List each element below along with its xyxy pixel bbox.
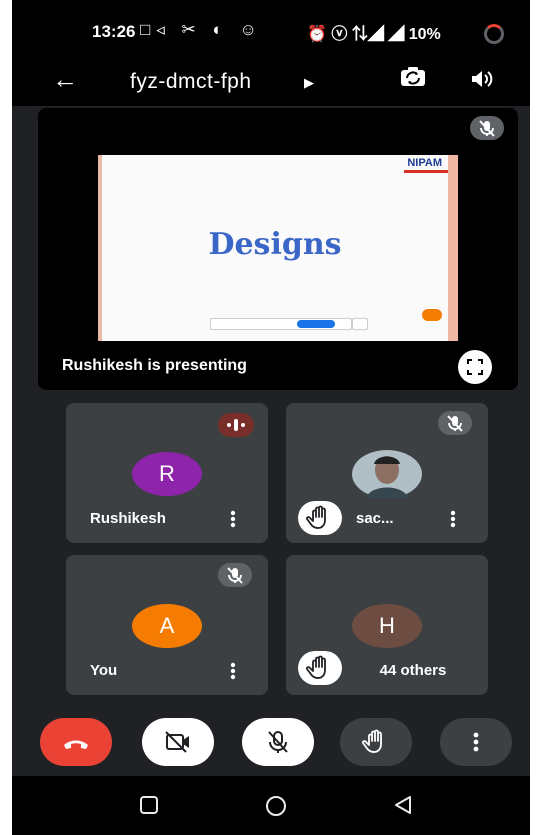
mic-off-icon bbox=[227, 567, 243, 584]
meet-screen: 13:26 □◃ ✂ ◐ ☺ ⏰ ⓥ ⇅◢ ◢ 10% ← fyz-dmct-f… bbox=[12, 0, 530, 835]
hand-icon bbox=[362, 729, 382, 753]
slide-logo-bar bbox=[404, 170, 448, 173]
speaker-icon[interactable] bbox=[470, 68, 494, 90]
hide-share-button bbox=[352, 318, 368, 330]
home-icon[interactable] bbox=[264, 794, 288, 818]
camera-switch-icon[interactable] bbox=[400, 66, 426, 88]
hang-up-icon bbox=[64, 740, 88, 749]
avatar: A bbox=[132, 604, 202, 648]
battery-icon bbox=[484, 24, 504, 44]
slide-logo: NIPAM bbox=[407, 157, 442, 169]
caret-right-icon[interactable]: ▶ bbox=[304, 75, 314, 91]
participant-name: You bbox=[90, 662, 118, 679]
status-system-icons: ⏰ ⓥ ⇅◢ ◢ 10% bbox=[307, 20, 441, 44]
presenter-mic-off-badge bbox=[470, 116, 504, 140]
camera-off-icon bbox=[165, 731, 189, 753]
others-count-pill[interactable]: 44 others bbox=[348, 656, 478, 686]
mic-off-icon bbox=[268, 731, 288, 753]
more-options-button[interactable] bbox=[440, 718, 512, 766]
status-notification-icons: □◃ ✂ ◐ ☺ bbox=[140, 20, 263, 39]
shared-slide: NIPAM Designs bbox=[98, 155, 458, 341]
system-navigation-bar bbox=[12, 776, 530, 835]
meeting-toolbar: ← fyz-dmct-fph ▶ bbox=[12, 62, 530, 106]
more-vert-icon[interactable] bbox=[450, 510, 456, 528]
mic-off-badge bbox=[438, 411, 472, 435]
slide-orange-badge bbox=[422, 309, 442, 321]
stop-sharing-button bbox=[297, 320, 335, 328]
meeting-code[interactable]: fyz-dmct-fph bbox=[130, 70, 252, 94]
participant-tile[interactable]: sac... bbox=[286, 403, 488, 543]
raise-hand-button[interactable] bbox=[340, 718, 412, 766]
screen-share-banner bbox=[210, 318, 352, 330]
recent-apps-icon[interactable] bbox=[138, 794, 160, 816]
participant-name: Rushikesh bbox=[90, 510, 166, 527]
mic-off-badge bbox=[218, 563, 252, 587]
presentation-tile[interactable]: NIPAM Designs Rushikesh is presenting bbox=[38, 108, 518, 390]
avatar-photo bbox=[352, 450, 422, 498]
battery-percent: 10% bbox=[408, 26, 441, 43]
participant-name: sac... bbox=[356, 510, 394, 527]
fullscreen-icon bbox=[467, 359, 483, 375]
audio-level-icon bbox=[227, 419, 245, 431]
self-tile[interactable]: A You bbox=[66, 555, 268, 695]
more-vert-icon[interactable] bbox=[230, 510, 236, 528]
microphone-toggle-button[interactable] bbox=[242, 718, 314, 766]
camera-toggle-button[interactable] bbox=[142, 718, 214, 766]
slide-title: Designs bbox=[208, 227, 342, 262]
speaking-indicator bbox=[218, 413, 254, 437]
more-vert-icon[interactable] bbox=[230, 662, 236, 680]
status-bar: 13:26 □◃ ✂ ◐ ☺ ⏰ ⓥ ⇅◢ ◢ 10% bbox=[12, 0, 530, 62]
status-time: 13:26 bbox=[92, 22, 136, 41]
hand-icon bbox=[306, 655, 326, 679]
avatar: H bbox=[352, 604, 422, 648]
more-vert-icon bbox=[473, 732, 479, 752]
fullscreen-button[interactable] bbox=[458, 350, 492, 384]
mic-off-icon bbox=[447, 415, 463, 432]
hand-raised-badge bbox=[298, 501, 342, 535]
presenter-label: Rushikesh is presenting bbox=[62, 357, 247, 374]
participant-tile[interactable]: R Rushikesh bbox=[66, 403, 268, 543]
hand-raised-badge bbox=[298, 651, 342, 685]
back-nav-icon[interactable] bbox=[392, 794, 414, 816]
hand-icon bbox=[306, 505, 326, 529]
avatar: R bbox=[132, 452, 202, 496]
mic-off-icon bbox=[479, 120, 495, 137]
end-call-button[interactable] bbox=[40, 718, 112, 766]
status-signal-icons: ⏰ ⓥ ⇅◢ ◢ bbox=[307, 26, 405, 43]
arrow-left-icon[interactable]: ← bbox=[52, 64, 78, 95]
